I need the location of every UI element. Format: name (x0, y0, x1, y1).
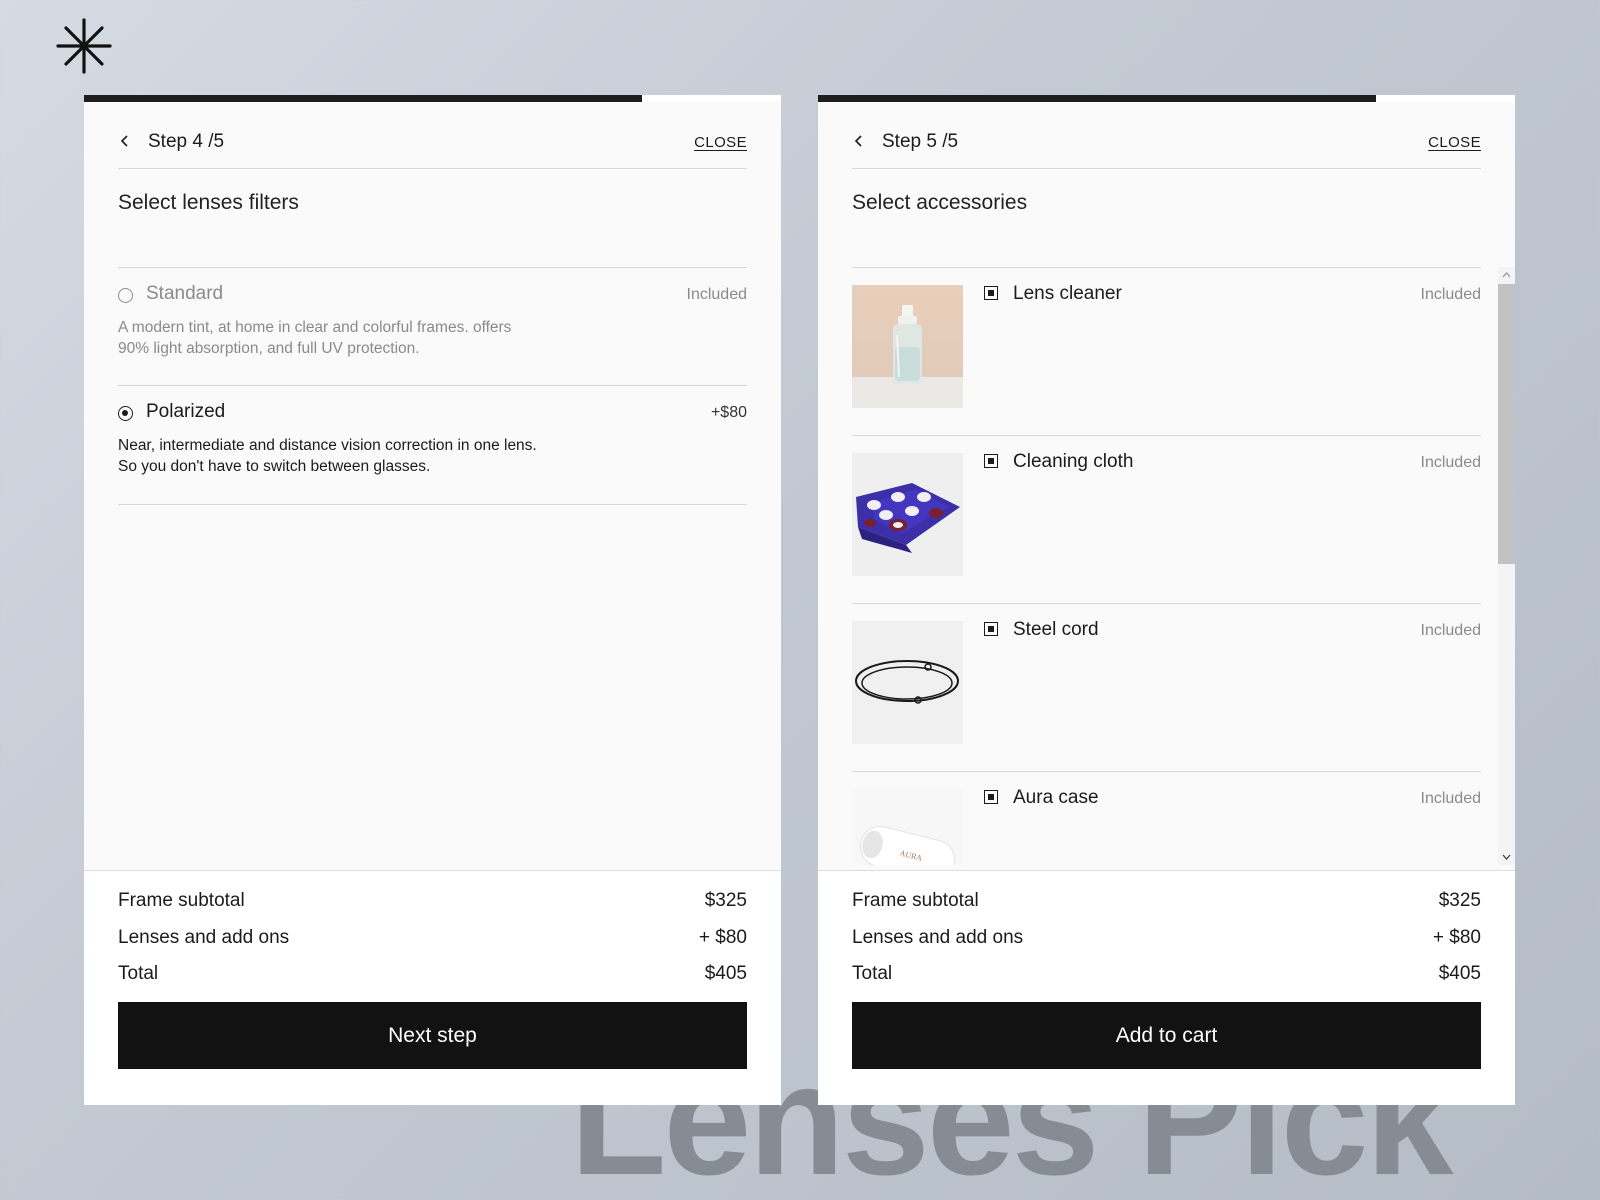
frame-subtotal-row: Frame subtotal $325 (852, 890, 1481, 916)
step-progress-fill (818, 95, 1376, 102)
summary-value: $405 (1438, 963, 1481, 984)
cloth-image (852, 453, 963, 576)
panel-header: Step 4 /5 CLOSE (118, 123, 747, 169)
close-button[interactable]: CLOSE (1428, 134, 1481, 151)
spray-bottle-image (852, 285, 963, 408)
checkbox-checked-icon[interactable] (984, 454, 998, 468)
order-summary: Frame subtotal $325 Lenses and add ons +… (84, 870, 781, 1105)
scroll-up-arrow-icon[interactable] (1498, 267, 1515, 283)
lenses-addons-row: Lenses and add ons + $80 (118, 927, 747, 953)
step-progress-fill (84, 95, 642, 102)
accessory-name: Steel cord (1013, 619, 1099, 640)
option-price: +$80 (710, 404, 747, 421)
summary-value: $325 (1438, 890, 1481, 911)
summary-value: + $80 (698, 927, 747, 948)
accessory-name: Cleaning cloth (1013, 451, 1134, 472)
step-indicator: Step 5 /5 (882, 131, 959, 152)
accessory-price: Included (1420, 454, 1482, 471)
accessory-item-aura-case[interactable]: AURA Aura case Included (852, 771, 1481, 865)
step-indicator: Step 4 /5 (148, 131, 225, 152)
summary-label: Lenses and add ons (118, 927, 290, 948)
accessory-name: Aura case (1013, 787, 1099, 808)
accessory-name: Lens cleaner (1013, 283, 1122, 304)
checkbox-checked-icon[interactable] (984, 286, 998, 300)
summary-label: Frame subtotal (118, 890, 245, 911)
accessory-item-steel-cord[interactable]: Steel cord Included (852, 603, 1481, 771)
summary-value: $325 (704, 890, 747, 911)
cord-image (852, 621, 963, 744)
checkbox-checked-icon[interactable] (984, 622, 998, 636)
accessory-item-cleaning-cloth[interactable]: Cleaning cloth Included (852, 435, 1481, 603)
order-summary: Frame subtotal $325 Lenses and add ons +… (818, 870, 1515, 1105)
option-polarized[interactable]: Polarized +$80 Near, intermediate and di… (118, 399, 747, 499)
total-row: Total $405 (118, 963, 747, 989)
radio-unchecked-icon[interactable] (118, 288, 133, 303)
accessory-price: Included (1420, 790, 1482, 807)
option-name: Polarized (146, 401, 226, 422)
lens-filter-panel: Step 4 /5 CLOSE Select lenses filters St… (84, 95, 781, 1105)
summary-value: $405 (704, 963, 747, 984)
section-title: Select lenses filters (118, 191, 299, 214)
chevron-left-icon[interactable] (118, 133, 132, 149)
option-price: Included (686, 286, 748, 303)
divider (118, 385, 747, 386)
add-to-cart-button[interactable]: Add to cart (852, 1002, 1481, 1069)
next-step-button[interactable]: Next step (118, 1002, 747, 1069)
close-button[interactable]: CLOSE (694, 134, 747, 151)
radio-checked-icon[interactable] (118, 406, 133, 421)
summary-label: Total (118, 963, 159, 984)
panel-header: Step 5 /5 CLOSE (852, 123, 1481, 169)
accessories-panel: Step 5 /5 CLOSE Select accessories Lens … (818, 95, 1515, 1105)
divider (118, 504, 747, 505)
accessories-list[interactable]: Lens cleaner Included Cleaning cloth Inc… (852, 267, 1481, 865)
summary-label: Lenses and add ons (852, 927, 1024, 948)
scrollbar[interactable] (1498, 267, 1515, 865)
accessory-price: Included (1420, 286, 1482, 303)
summary-value: + $80 (1432, 927, 1481, 948)
frame-subtotal-row: Frame subtotal $325 (118, 890, 747, 916)
chevron-left-icon[interactable] (852, 133, 866, 149)
option-description-line: So you don't have to switch between glas… (118, 458, 431, 475)
option-description-line: A modern tint, at home in clear and colo… (118, 319, 512, 336)
option-name: Standard (146, 283, 224, 304)
summary-label: Total (852, 963, 893, 984)
step-progress-bar (818, 95, 1515, 102)
summary-label: Frame subtotal (852, 890, 979, 911)
scrollbar-thumb[interactable] (1498, 284, 1515, 564)
option-description-line: 90% light absorption, and full UV protec… (118, 340, 420, 357)
section-title: Select accessories (852, 191, 1028, 214)
total-row: Total $405 (852, 963, 1481, 989)
scroll-down-arrow-icon[interactable] (1498, 849, 1515, 865)
lenses-addons-row: Lenses and add ons + $80 (852, 927, 1481, 953)
divider (118, 267, 747, 268)
case-image: AURA (852, 789, 963, 865)
option-description-line: Near, intermediate and distance vision c… (118, 437, 537, 454)
step-progress-bar (84, 95, 781, 102)
accessory-price: Included (1420, 622, 1482, 639)
checkbox-checked-icon[interactable] (984, 790, 998, 804)
accessory-item-lens-cleaner[interactable]: Lens cleaner Included (852, 267, 1481, 435)
option-description: Near, intermediate and distance vision c… (118, 435, 588, 477)
asterisk-logo-icon (56, 18, 112, 74)
option-description: A modern tint, at home in clear and colo… (118, 317, 588, 359)
option-standard[interactable]: Standard Included A modern tint, at home… (118, 281, 747, 381)
